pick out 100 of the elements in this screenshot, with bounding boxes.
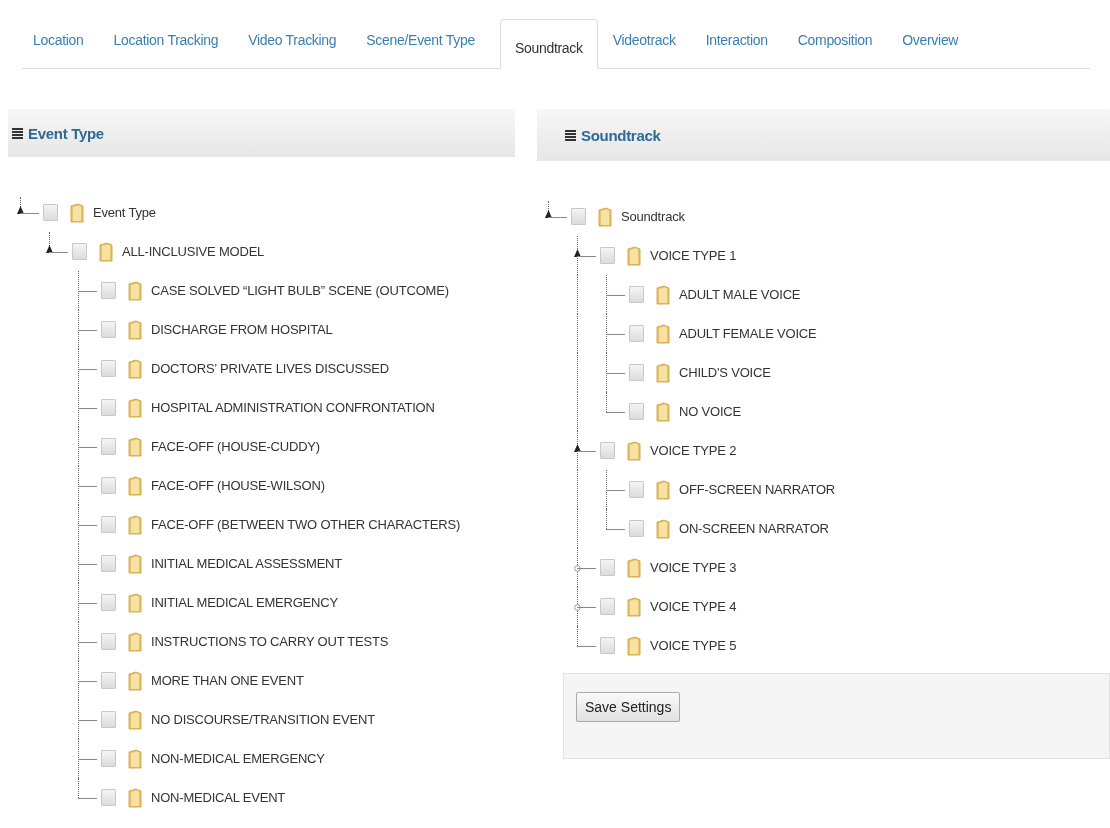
tab[interactable]: Location [22,19,99,69]
expanded-icon[interactable] [574,248,581,257]
tree-item-label[interactable]: FACE-OFF (HOUSE-CUDDY) [151,439,320,454]
folder-icon [128,319,142,340]
tree-item-label[interactable]: VOICE TYPE 5 [650,638,737,653]
checkbox[interactable] [600,637,615,654]
panel-title: Event Type [28,124,104,142]
tree-item-label[interactable]: ALL-INCLUSIVE MODEL [122,244,265,259]
checkbox[interactable] [101,750,116,767]
tree-item-label[interactable]: NO VOICE [679,404,741,419]
tree-item-label[interactable]: VOICE TYPE 3 [650,560,737,575]
tab[interactable]: Location Tracking [98,19,234,69]
checkbox[interactable] [101,672,116,689]
folder-icon [627,557,641,578]
folder-icon [128,748,142,769]
expanded-icon[interactable] [17,205,24,214]
folder-icon [656,518,670,539]
checkbox[interactable] [629,520,644,537]
tree-item-label[interactable]: INITIAL MEDICAL EMERGENCY [151,595,338,610]
list-icon [12,127,23,139]
checkbox[interactable] [101,594,116,611]
tab[interactable]: Video Tracking [233,19,352,69]
checkbox[interactable] [101,399,116,416]
list-icon [565,129,576,141]
folder-icon [656,479,670,500]
tree-item-label[interactable]: OFF-SCREEN NARRATOR [679,482,836,497]
checkbox[interactable] [43,204,58,221]
checkbox[interactable] [600,247,615,264]
folder-icon [656,323,670,344]
tab[interactable]: Videotrack [597,19,691,69]
folder-icon [656,284,670,305]
collapsed-icon[interactable] [574,603,581,611]
tree-item-label[interactable]: ADULT MALE VOICE [679,287,801,302]
checkbox[interactable] [101,789,116,806]
tree-item-label[interactable]: INITIAL MEDICAL ASSESSMENT [151,556,343,571]
panel-title: Soundtrack [581,126,661,144]
tree-item-label[interactable]: VOICE TYPE 4 [650,599,737,614]
tree-item-label[interactable]: NON-MEDICAL EVENT [151,790,286,805]
tree-item-label[interactable]: FACE-OFF (HOUSE-WILSON) [151,478,325,493]
checkbox[interactable] [101,516,116,533]
tree-item-label[interactable]: FACE-OFF (BETWEEN TWO OTHER CHARACTERS) [151,517,461,532]
checkbox[interactable] [101,555,116,572]
expanded-icon[interactable] [574,443,581,452]
checkbox[interactable] [629,481,644,498]
folder-icon [598,206,612,227]
checkbox[interactable] [101,282,116,299]
tab[interactable]: Interaction [690,19,783,69]
tree-item-label[interactable]: VOICE TYPE 1 [650,248,737,263]
checkbox[interactable] [629,403,644,420]
expanded-icon[interactable] [46,244,53,253]
checkbox[interactable] [101,360,116,377]
tree-item-label[interactable]: VOICE TYPE 2 [650,443,737,458]
tree-item-label[interactable]: ON-SCREEN NARRATOR [679,521,829,536]
checkbox[interactable] [101,321,116,338]
tab[interactable]: Overview [887,19,974,69]
checkbox[interactable] [101,477,116,494]
tree-item-label[interactable]: NON-MEDICAL EMERGENCY [151,751,325,766]
folder-icon [656,401,670,422]
checkbox[interactable] [571,208,586,225]
tab[interactable]: Scene/Event Type [351,19,490,69]
folder-icon [128,514,142,535]
tab[interactable]: Soundtrack [499,19,598,69]
checkbox[interactable] [101,711,116,728]
tree-item-label[interactable]: DISCHARGE FROM HOSPITAL [151,322,333,337]
checkbox[interactable] [629,286,644,303]
tree-item-label[interactable]: NO DISCOURSE/TRANSITION EVENT [151,712,375,727]
save-settings-button[interactable]: Save Settings [576,692,681,722]
collapsed-icon[interactable] [574,564,581,572]
folder-icon [128,631,142,652]
folder-icon [627,635,641,656]
checkbox[interactable] [629,364,644,381]
tree-item-label[interactable]: HOSPITAL ADMINISTRATION CONFRONTATION [151,400,435,415]
folder-icon [99,241,113,262]
folder-icon [656,362,670,383]
checkbox[interactable] [72,243,87,260]
tree-item-label[interactable]: MORE THAN ONE EVENT [151,673,304,688]
checkbox[interactable] [629,325,644,342]
folder-icon [128,280,142,301]
folder-icon [627,245,641,266]
checkbox[interactable] [101,633,116,650]
checkbox[interactable] [600,442,615,459]
checkbox[interactable] [101,438,116,455]
tab[interactable]: Composition [782,19,888,69]
folder-icon [128,553,142,574]
tree-item-label[interactable]: CHILD'S VOICE [679,365,771,380]
folder-icon [70,202,84,223]
tree-item-label[interactable]: INSTRUCTIONS TO CARRY OUT TESTS [151,634,389,649]
folder-icon [128,787,142,808]
folder-icon [128,475,142,496]
tree-item-label[interactable]: Soundtrack [621,209,685,224]
tree-item-label[interactable]: DOCTORS’ PRIVATE LIVES DISCUSSED [151,361,389,376]
tree-item-label[interactable]: ADULT FEMALE VOICE [679,326,817,341]
folder-icon [128,436,142,457]
checkbox[interactable] [600,559,615,576]
tree-item-label[interactable]: CASE SOLVED “LIGHT BULB” SCENE (OUTCOME) [151,283,449,298]
folder-icon [128,592,142,613]
folder-icon [627,596,641,617]
checkbox[interactable] [600,598,615,615]
tree-item-label[interactable]: Event Type [93,205,156,220]
expanded-icon[interactable] [545,209,552,218]
